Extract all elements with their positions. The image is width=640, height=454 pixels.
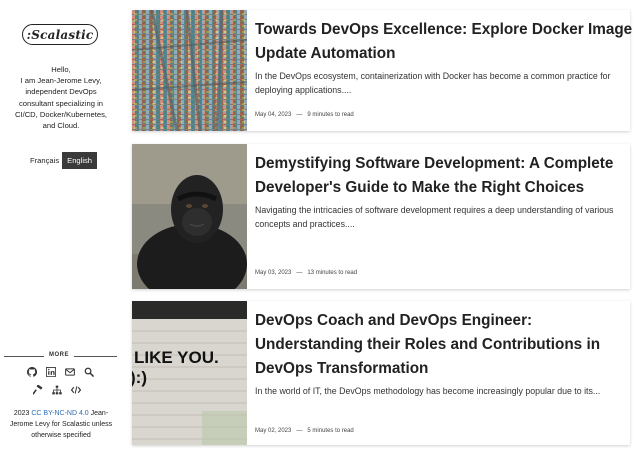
more-label: MORE — [49, 352, 69, 358]
post-thumbnail-wall[interactable]: LIKE YOU. ):) — [132, 301, 247, 445]
github-icon[interactable] — [27, 367, 37, 377]
hammer-icon[interactable] — [33, 385, 43, 395]
post-title[interactable]: Demystifying Software Development: A Com… — [255, 152, 635, 200]
post-body: DevOps Coach and DevOps Engineer: Unders… — [247, 301, 635, 445]
post-excerpt: In the DevOps ecosystem, containerizatio… — [255, 71, 611, 95]
bio-line: independent DevOps — [25, 87, 97, 97]
meta-separator: — — [296, 428, 303, 434]
container-port-image — [132, 10, 247, 131]
site-logo[interactable]: :Scalastic — [22, 24, 98, 45]
email-icon[interactable] — [65, 367, 75, 377]
post-body: Towards DevOps Excellence: Explore Docke… — [247, 10, 635, 131]
post-card[interactable]: Towards DevOps Excellence: Explore Docke… — [132, 10, 632, 131]
post-body: Demystifying Software Development: A Com… — [247, 144, 635, 289]
post-card[interactable]: Demystifying Software Development: A Com… — [132, 144, 630, 289]
divider-line — [4, 356, 44, 357]
social-icons-row — [27, 367, 94, 377]
post-title[interactable]: DevOps Coach and DevOps Engineer: Unders… — [255, 309, 635, 381]
bio-line: CI/CD, Docker/Kubernetes, — [14, 109, 107, 119]
linkedin-icon[interactable] — [46, 367, 56, 377]
license-link[interactable]: CC BY-NC-ND 4.0 — [31, 410, 88, 417]
brick-wall-image: LIKE YOU. ):) — [132, 301, 247, 445]
post-date: May 04, 2023 — [255, 112, 292, 118]
wall-text-smiley: ):) — [132, 368, 147, 387]
bio-line: Hello, — [51, 65, 71, 74]
post-card[interactable]: LIKE YOU. ):) DevOps Coach and DevOps En… — [132, 301, 630, 445]
post-read-time: 9 minutes to read — [307, 112, 354, 118]
post-excerpt: In the world of IT, the DevOps methodolo… — [255, 386, 601, 396]
post-meta: May 03, 2023 — 13 minutes to read — [255, 270, 357, 276]
footer-copyright: 2023 CC BY-NC-ND 4.0 Jean-Jerome Levy fo… — [6, 408, 116, 441]
meta-separator: — — [296, 270, 303, 276]
post-thumbnail-gorilla[interactable] — [132, 144, 247, 289]
post-thumbnail-containers[interactable] — [132, 10, 247, 131]
bio-line: and Cloud. — [42, 121, 80, 131]
post-title[interactable]: Towards DevOps Excellence: Explore Docke… — [255, 18, 635, 66]
search-icon[interactable] — [84, 367, 94, 377]
more-divider: MORE — [4, 351, 117, 361]
bio-line: I am Jean-Jerome Levy, — [20, 76, 102, 86]
tool-icons-row — [33, 385, 81, 395]
divider-line — [74, 356, 117, 357]
language-switcher: Français English — [28, 152, 98, 169]
post-read-time: 13 minutes to read — [307, 270, 358, 276]
lang-english-button[interactable]: English — [62, 152, 98, 169]
post-read-time: 5 minutes to read — [307, 428, 354, 434]
footer-year: 2023 — [13, 410, 30, 417]
post-excerpt: Navigating the intricacies of software d… — [255, 205, 614, 229]
lang-french-link[interactable]: Français — [28, 156, 62, 165]
post-date: May 02, 2023 — [255, 428, 292, 434]
meta-separator: — — [296, 112, 303, 118]
post-meta: May 04, 2023 — 9 minutes to read — [255, 112, 354, 118]
gorilla-image — [132, 144, 247, 289]
sitemap-icon[interactable] — [52, 385, 62, 395]
sidebar: :Scalastic Hello, I am Jean-Jerome Levy,… — [0, 0, 122, 454]
wall-text-like-you: LIKE YOU. — [134, 348, 219, 367]
bio-line: consultant specializing in — [18, 98, 103, 108]
code-icon[interactable] — [71, 385, 81, 395]
author-bio: Hello, I am Jean-Jerome Levy, independen… — [6, 64, 116, 131]
post-meta: May 02, 2023 — 5 minutes to read — [255, 428, 354, 434]
post-date: May 03, 2023 — [255, 270, 292, 276]
